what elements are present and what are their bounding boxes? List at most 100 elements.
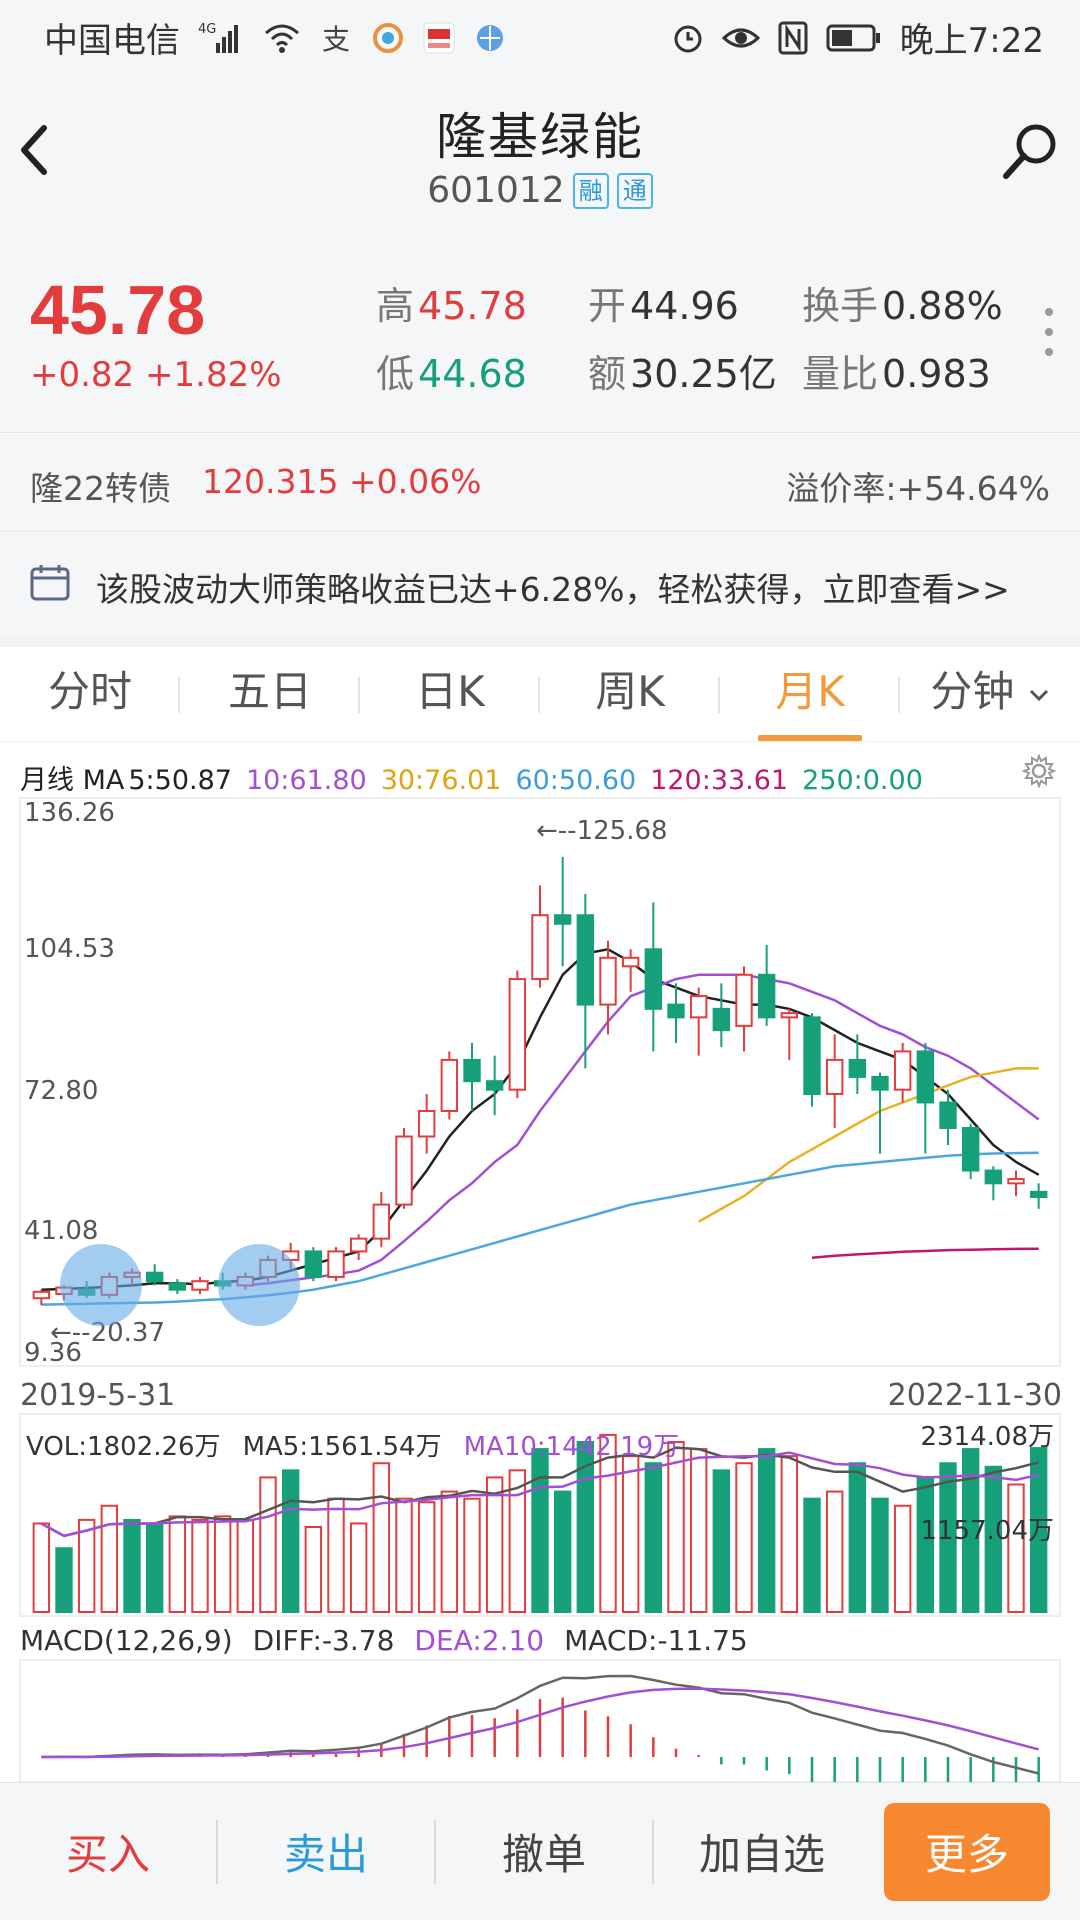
tab-divider xyxy=(538,677,540,713)
high-value: 45.78 xyxy=(418,284,527,328)
candle xyxy=(531,914,549,981)
tab-intraday[interactable]: 分时 xyxy=(0,647,180,741)
ma30-line xyxy=(698,1067,1039,1223)
candle xyxy=(848,1058,867,1078)
more-button[interactable]: 更多 xyxy=(884,1802,1050,1901)
volume-bar xyxy=(100,1504,119,1613)
tab-divider xyxy=(718,677,720,713)
candle xyxy=(916,1050,935,1104)
turnover-label: 换手 xyxy=(802,284,879,328)
add-watchlist-button[interactable]: 加自选 xyxy=(654,1821,870,1882)
touch-indicator xyxy=(60,1244,142,1326)
signal-icon: 4G xyxy=(198,21,244,55)
y-tick-label: 136.26 xyxy=(24,798,115,828)
candle xyxy=(372,1203,391,1240)
candle xyxy=(803,1016,821,1095)
volume-bar xyxy=(372,1462,391,1613)
candle xyxy=(145,1271,164,1283)
candle xyxy=(485,1080,504,1091)
search-icon[interactable] xyxy=(1000,120,1062,182)
start-date-label: 2019-5-31 xyxy=(20,1378,176,1413)
volume-bar xyxy=(621,1455,640,1614)
volume-bar xyxy=(191,1518,209,1614)
volume-bar xyxy=(485,1476,504,1614)
nfc-icon xyxy=(778,21,808,55)
candle xyxy=(689,995,708,1019)
ma60-line xyxy=(41,1151,1039,1306)
candle xyxy=(463,1058,481,1083)
candle xyxy=(576,914,595,1006)
y-tick-label: 72.80 xyxy=(24,1076,99,1106)
app-icon-1: 支 xyxy=(320,21,354,55)
app-icon-4 xyxy=(474,22,506,54)
vol-mid-label: 1157.04万 xyxy=(920,1516,1054,1546)
candle xyxy=(757,973,776,1019)
tab-five-day[interactable]: 五日 xyxy=(180,647,360,741)
tab-weekly-k[interactable]: 周K xyxy=(540,647,720,741)
cancel-order-button[interactable]: 撤单 xyxy=(436,1821,652,1882)
volume-bar xyxy=(213,1515,232,1613)
max-price-value: 125.68 xyxy=(576,816,668,846)
vol-value: VOL:1802.26万 xyxy=(26,1432,221,1462)
price-change: +0.82 +1.82% xyxy=(30,355,282,395)
ma5-line xyxy=(41,947,1040,1291)
volume-bar xyxy=(236,1518,255,1614)
candle xyxy=(939,1101,957,1129)
convertible-bond-row[interactable]: 隆22转债 120.315 +0.06% 溢价率:+54.64% xyxy=(0,434,1080,532)
candle xyxy=(621,956,640,968)
carrier-label: 中国电信 xyxy=(44,21,180,61)
sell-button[interactable]: 卖出 xyxy=(218,1821,434,1882)
alarm-icon xyxy=(672,22,704,54)
candle xyxy=(440,1058,459,1112)
volume-bar xyxy=(553,1490,572,1613)
tab-monthly-k[interactable]: 月K xyxy=(720,647,900,741)
bond-value: 120.315 +0.06% xyxy=(202,462,482,501)
candle xyxy=(780,1012,799,1019)
macd-diff: DIFF:-3.78 xyxy=(252,1624,395,1657)
vol-ma10: MA10:1442.19万 xyxy=(463,1432,680,1462)
volume-legend: VOL:1802.26万 MA5:1561.54万 MA10:1442.19万 xyxy=(26,1426,679,1463)
volume-bar xyxy=(440,1490,459,1613)
buy-button[interactable]: 买入 xyxy=(0,1821,216,1882)
volume-bar xyxy=(848,1462,867,1613)
candle xyxy=(667,1003,685,1019)
candle xyxy=(871,1075,889,1091)
volume-bar xyxy=(327,1497,345,1614)
tab-daily-k[interactable]: 日K xyxy=(360,647,540,741)
tab-label: 分时 xyxy=(47,667,132,716)
chart-area[interactable]: 月线 MA 5:50.87 10:61.80 30:76.01 60:50.60 120:… xyxy=(0,742,1080,1782)
volume-bar xyxy=(55,1547,73,1613)
candle xyxy=(984,1169,1003,1185)
tab-label: 月K xyxy=(775,667,845,716)
open-cell: 开 44.96 xyxy=(588,275,739,330)
more-vertical-icon[interactable] xyxy=(1044,307,1054,357)
volume-bar xyxy=(281,1469,300,1613)
candle xyxy=(1007,1178,1025,1185)
stock-name: 隆基绿能 xyxy=(436,108,644,166)
candle xyxy=(893,1050,912,1091)
tab-label: 日K xyxy=(415,667,485,716)
stock-code: 601012 xyxy=(427,170,565,211)
candle xyxy=(735,973,753,1027)
volume-bar xyxy=(123,1518,141,1614)
volume-bar xyxy=(259,1476,277,1614)
app-icon-3 xyxy=(422,21,456,55)
volume-bar xyxy=(803,1497,821,1614)
volume-bar xyxy=(1007,1483,1025,1613)
volume-bar xyxy=(145,1522,164,1613)
promo-banner[interactable]: 该股波动大师策略收益已达+6.28%，轻松获得，立即查看>> xyxy=(0,533,1080,637)
candle xyxy=(644,948,663,1010)
change-percent: +1.82% xyxy=(145,355,282,395)
open-value: 44.96 xyxy=(630,284,739,328)
tab-minute[interactable]: 分钟 xyxy=(900,647,1080,741)
tab-label: 五日 xyxy=(227,667,312,716)
bond-premium: 溢价率:+54.64% xyxy=(786,469,1050,508)
candle xyxy=(32,1290,51,1300)
macd-value: MACD:-11.75 xyxy=(564,1624,748,1657)
tab-label: 周K xyxy=(595,667,665,716)
candle xyxy=(327,1250,345,1278)
tab-divider xyxy=(898,677,900,713)
candle xyxy=(553,914,572,925)
volume-bar xyxy=(893,1504,912,1613)
status-time: 晚上7:22 xyxy=(899,21,1044,61)
